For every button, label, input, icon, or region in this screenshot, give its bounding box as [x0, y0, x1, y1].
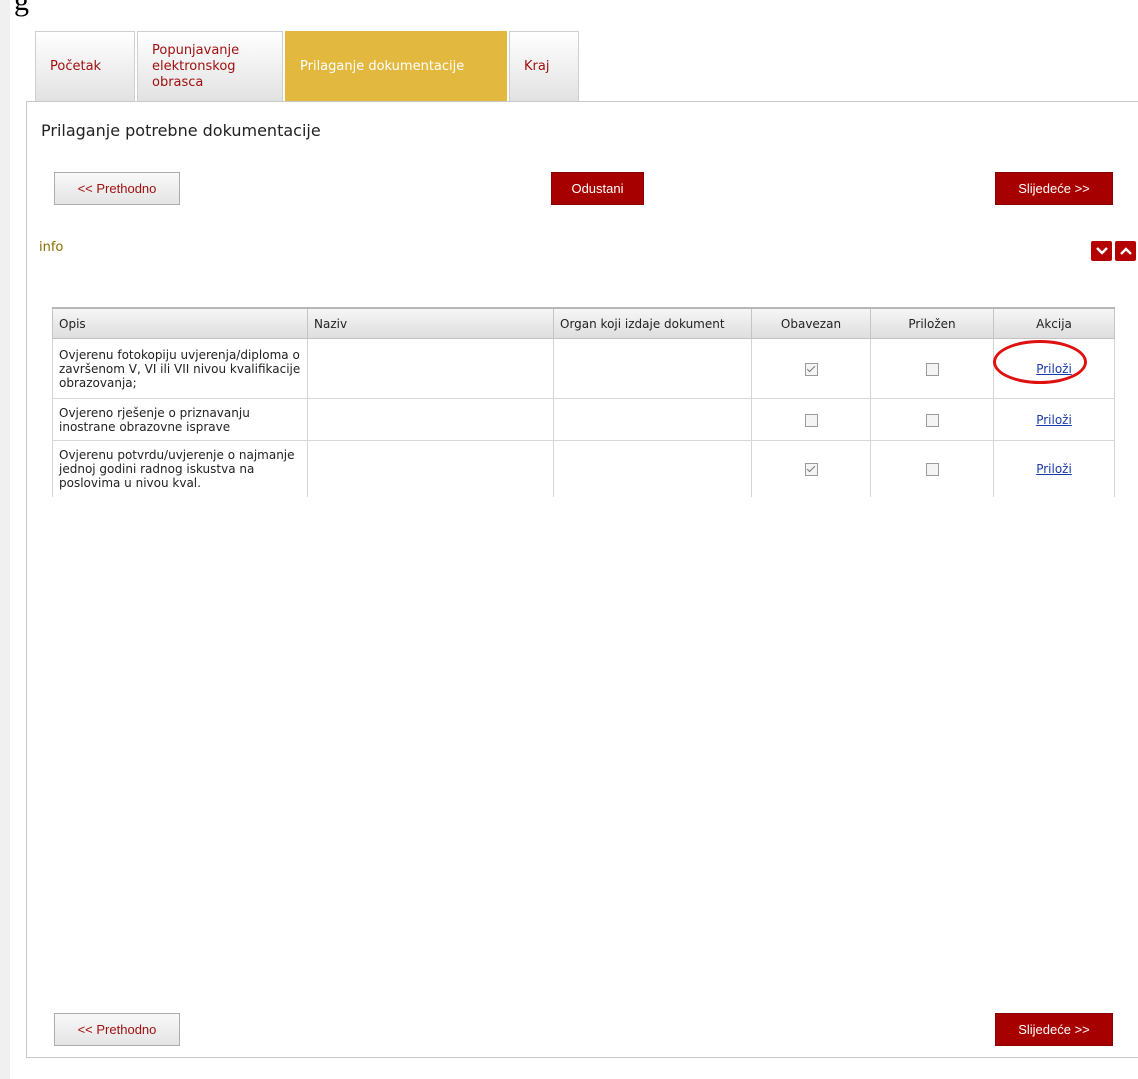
cell-obavezan: [751, 338, 871, 399]
next-button-bottom[interactable]: Slijedeće >>: [995, 1013, 1113, 1046]
documents-table: Opis Naziv Organ koji izdaje dokument Ob…: [52, 307, 1115, 497]
cell-prilozen: [870, 338, 994, 399]
cell-obavezan: [751, 440, 871, 497]
column-header-organ: Organ koji izdaje dokument: [553, 307, 752, 339]
tab-kraj[interactable]: Kraj: [509, 31, 579, 101]
prilozen-checkbox: [925, 362, 939, 376]
obavezan-checkbox: [804, 413, 818, 427]
cell-prilozen: [870, 398, 994, 441]
obavezan-checkbox: [804, 462, 818, 476]
table-row: Ovjerenu potvrdu/uvjerenje o najmanje je…: [52, 440, 1115, 497]
expand-up-icon[interactable]: [1115, 241, 1136, 261]
header-text-fragment: g: [14, 0, 29, 17]
cell-opis: Ovjerenu fotokopiju uvjerenja/diploma o …: [52, 338, 308, 399]
column-header-akcija: Akcija: [993, 307, 1115, 339]
prev-button-bottom[interactable]: << Prethodno: [54, 1013, 180, 1046]
column-header-obavezan: Obavezan: [751, 307, 871, 339]
cell-organ: [553, 338, 752, 399]
cell-akcija: Priloži: [993, 440, 1115, 497]
table-row: Ovjerenu fotokopiju uvjerenja/diploma o …: [52, 338, 1115, 399]
cell-organ: [553, 440, 752, 497]
next-button-top[interactable]: Slijedeće >>: [995, 172, 1113, 205]
tab-prilaganje[interactable]: Prilaganje dokumentacije: [285, 31, 507, 101]
cell-prilozen: [870, 440, 994, 497]
column-header-prilozen: Priložen: [870, 307, 994, 339]
cell-akcija: Priloži: [993, 398, 1115, 441]
info-label: info: [39, 240, 64, 255]
tab-popunjavanje[interactable]: Popunjavanje elektronskog obrasca: [137, 31, 283, 101]
cancel-button[interactable]: Odustani: [551, 172, 644, 205]
prilozen-checkbox: [925, 413, 939, 427]
cell-opis: Ovjerenu potvrdu/uvjerenje o najmanje je…: [52, 440, 308, 497]
cell-opis: Ovjereno rješenje o priznavanju inostran…: [52, 398, 308, 441]
column-header-naziv: Naziv: [307, 307, 554, 339]
cell-naziv: [307, 398, 554, 441]
tab-pocetak[interactable]: Početak: [35, 31, 135, 101]
page-title: Prilaganje potrebne dokumentacije: [41, 121, 321, 140]
attach-link[interactable]: Priloži: [1036, 462, 1072, 476]
page-left-strip: [0, 0, 10, 1079]
cell-naziv: [307, 338, 554, 399]
obavezan-checkbox: [804, 362, 818, 376]
table-row: Ovjereno rješenje o priznavanju inostran…: [52, 398, 1115, 441]
cell-organ: [553, 398, 752, 441]
attach-link[interactable]: Priloži: [1036, 413, 1072, 427]
table-header-row: Opis Naziv Organ koji izdaje dokument Ob…: [52, 307, 1115, 339]
cell-obavezan: [751, 398, 871, 441]
column-header-opis: Opis: [52, 307, 308, 339]
collapse-down-icon[interactable]: [1091, 241, 1112, 261]
attach-link[interactable]: Priloži: [1036, 362, 1072, 376]
cell-akcija: Priloži: [993, 338, 1115, 399]
content-panel: Prilaganje potrebne dokumentacije << Pre…: [26, 101, 1138, 1058]
cell-naziv: [307, 440, 554, 497]
wizard-tabs: Početak Popunjavanje elektronskog obrasc…: [35, 31, 581, 101]
prilozen-checkbox: [925, 462, 939, 476]
prev-button-top[interactable]: << Prethodno: [54, 172, 180, 205]
